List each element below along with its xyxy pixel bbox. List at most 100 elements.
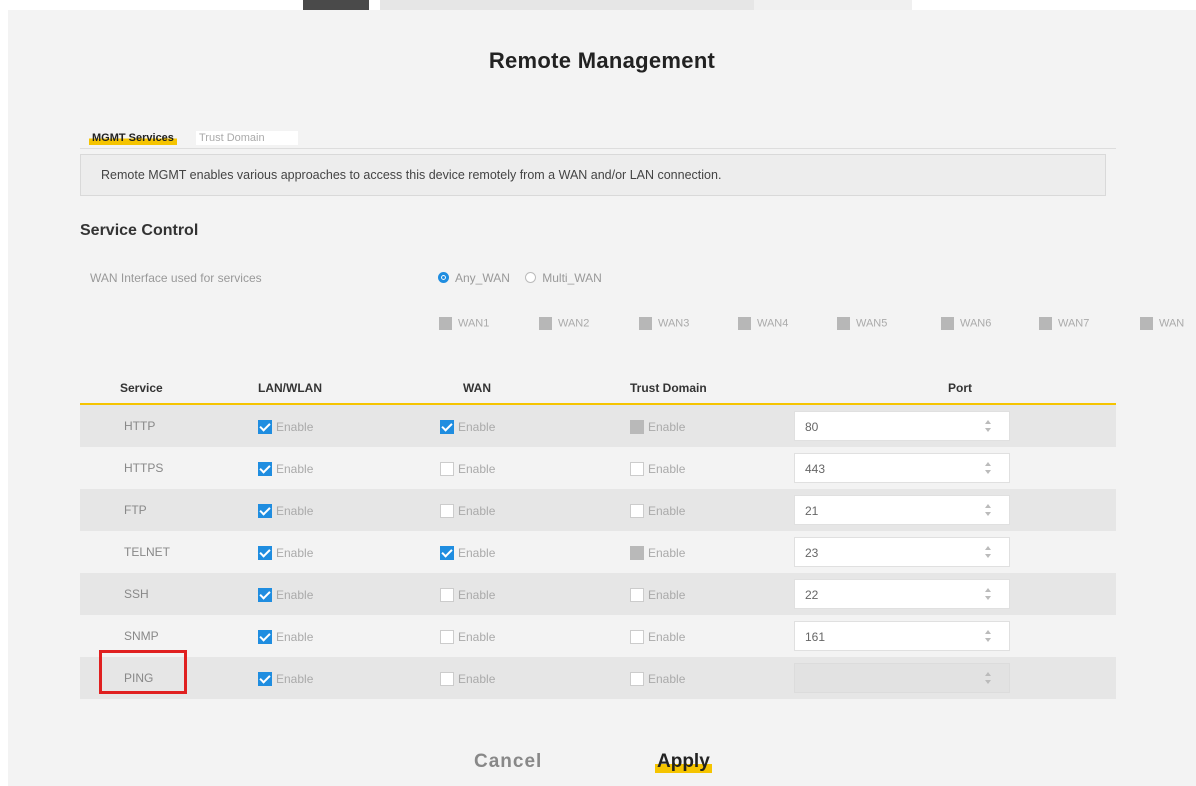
- port-value: 23: [805, 546, 819, 560]
- enable-label: Enable: [648, 419, 686, 434]
- apply-button[interactable]: Apply: [655, 751, 712, 773]
- service-name: SSH: [124, 587, 149, 601]
- lan-checkbox[interactable]: Enable: [258, 461, 313, 476]
- checkbox-checked-icon: [258, 587, 272, 602]
- trust-domain-checkbox[interactable]: Enable: [630, 629, 685, 644]
- wan-checkbox-3: WAN3: [639, 317, 689, 330]
- radio-any-wan[interactable]: [438, 272, 449, 284]
- enable-label: Enable: [648, 503, 686, 518]
- spinner-icon[interactable]: [984, 546, 993, 558]
- checkbox-checked-icon: [258, 629, 272, 644]
- port-value: 80: [805, 420, 819, 434]
- checkbox-empty-icon: [440, 587, 454, 602]
- port-input[interactable]: 22: [794, 579, 1010, 609]
- table-row: FTP Enable Enable Enable 21: [80, 489, 1116, 531]
- description-text: Remote MGMT enables various approaches t…: [101, 168, 722, 182]
- trust-domain-checkbox[interactable]: Enable: [630, 587, 685, 602]
- page-title: Remote Management: [488, 48, 716, 73]
- port-input[interactable]: 80: [794, 411, 1010, 441]
- enable-label: Enable: [458, 419, 496, 434]
- service-name: TELNET: [124, 545, 171, 559]
- service-name: SNMP: [124, 629, 159, 643]
- enable-label: Enable: [648, 545, 686, 560]
- enable-label: Enable: [458, 671, 496, 686]
- enable-label: Enable: [458, 545, 496, 560]
- top-nav-block-2: [754, 0, 912, 10]
- section-title: Service Control: [80, 222, 199, 239]
- wan-checkbox-8: WAN: [1140, 317, 1184, 330]
- port-value: 22: [805, 588, 819, 602]
- wan-radio-group: Any_WAN Multi_WAN: [438, 270, 614, 285]
- wan-checkbox[interactable]: Enable: [440, 629, 495, 644]
- table-row: SNMP Enable Enable Enable 161: [80, 615, 1116, 657]
- header-trust-domain: Trust Domain: [630, 381, 707, 395]
- enable-label: Enable: [276, 419, 314, 434]
- lan-checkbox[interactable]: Enable: [258, 545, 313, 560]
- port-value: 21: [805, 504, 819, 518]
- table-header: Service LAN/WLAN WAN Trust Domain Port: [80, 375, 1116, 405]
- port-value: 161: [805, 630, 826, 644]
- port-input[interactable]: 161: [794, 621, 1010, 651]
- checkbox-empty-icon: [630, 587, 644, 602]
- checkbox-empty-icon: [630, 629, 644, 644]
- lan-checkbox[interactable]: Enable: [258, 587, 313, 602]
- wan-checkbox-4: WAN4: [738, 317, 788, 330]
- wan-checkbox-6: WAN6: [941, 317, 991, 330]
- enable-label: Enable: [458, 629, 496, 644]
- top-nav-block: [380, 0, 754, 10]
- port-input[interactable]: 21: [794, 495, 1010, 525]
- checkbox-checked-icon: [258, 545, 272, 560]
- checkbox-checked-icon: [440, 545, 454, 560]
- radio-multi-wan[interactable]: [525, 272, 537, 284]
- service-name: HTTPS: [124, 461, 164, 475]
- wan-checkbox[interactable]: Enable: [440, 545, 495, 560]
- wan-checkbox[interactable]: Enable: [440, 587, 495, 602]
- lan-checkbox[interactable]: Enable: [258, 503, 313, 518]
- wan-checkbox[interactable]: Enable: [440, 671, 495, 686]
- checkbox-empty-icon: [630, 671, 644, 686]
- port-input[interactable]: 23: [794, 537, 1010, 567]
- cancel-button[interactable]: Cancel: [474, 751, 542, 773]
- table-row: PING Enable Enable Enable: [80, 657, 1116, 699]
- spinner-icon[interactable]: [984, 420, 993, 432]
- enable-label: Enable: [276, 545, 314, 560]
- checkbox-checked-icon: [258, 461, 272, 476]
- header-wan: WAN: [463, 381, 491, 395]
- enable-label: Enable: [276, 629, 314, 644]
- wan-checkbox[interactable]: Enable: [440, 503, 495, 518]
- table-row: SSH Enable Enable Enable 22: [80, 573, 1116, 615]
- wan-checkbox[interactable]: Enable: [440, 461, 495, 476]
- spinner-icon[interactable]: [984, 462, 993, 474]
- spinner-icon[interactable]: [984, 630, 993, 642]
- service-table: Service LAN/WLAN WAN Trust Domain Port H…: [80, 375, 1116, 699]
- wan-checkbox[interactable]: Enable: [440, 419, 495, 434]
- lan-checkbox[interactable]: Enable: [258, 629, 313, 644]
- trust-domain-checkbox[interactable]: Enable: [630, 671, 685, 686]
- checkbox-disabled-icon: [639, 317, 652, 330]
- enable-label: Enable: [276, 671, 314, 686]
- lan-checkbox[interactable]: Enable: [258, 671, 313, 686]
- tab-trust-domain[interactable]: Trust Domain: [196, 131, 298, 145]
- tab-mgmt-services[interactable]: MGMT Services: [89, 131, 177, 145]
- radio-multi-wan-label: Multi_WAN: [542, 270, 602, 285]
- trust-domain-checkbox: Enable: [630, 545, 685, 560]
- trust-domain-checkbox[interactable]: Enable: [630, 461, 685, 476]
- spinner-icon[interactable]: [984, 588, 993, 600]
- enable-label: Enable: [648, 629, 686, 644]
- wan-checkbox-7: WAN7: [1039, 317, 1089, 330]
- checkbox-empty-icon: [440, 671, 454, 686]
- enable-label: Enable: [458, 461, 496, 476]
- service-name: FTP: [124, 503, 147, 517]
- trust-domain-checkbox: Enable: [630, 419, 685, 434]
- checkbox-checked-icon: [258, 671, 272, 686]
- checkbox-empty-icon: [630, 461, 644, 476]
- enable-label: Enable: [276, 461, 314, 476]
- checkbox-disabled-icon: [439, 317, 452, 330]
- lan-checkbox[interactable]: Enable: [258, 419, 313, 434]
- trust-domain-checkbox[interactable]: Enable: [630, 503, 685, 518]
- spinner-icon[interactable]: [984, 504, 993, 516]
- checkbox-disabled-icon: [941, 317, 954, 330]
- port-input[interactable]: 443: [794, 453, 1010, 483]
- spinner-icon[interactable]: [984, 672, 993, 684]
- checkbox-empty-icon: [440, 503, 454, 518]
